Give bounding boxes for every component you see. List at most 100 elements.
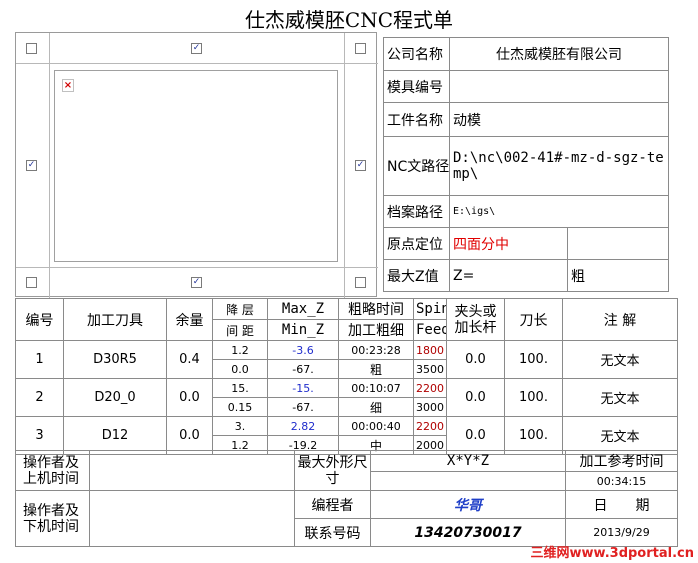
archive-path-label: 档案路径 <box>383 195 450 228</box>
tool-step: 1.2 <box>212 340 268 360</box>
tool-min-z: -67. <box>267 359 339 379</box>
tool-note: 无文本 <box>562 340 678 379</box>
tool-allowance: 0.0 <box>166 416 213 455</box>
checkbox-bottom-center[interactable]: ✓ <box>191 277 202 288</box>
job-info-table: 公司名称 仕杰威模胚有限公司 模具编号 工件名称 动模 NC文路径 D:\nc\… <box>383 37 669 292</box>
mold-number-label: 模具编号 <box>383 70 450 103</box>
tool-feed: 3500 <box>413 359 447 379</box>
max-size-value: X*Y*Z <box>370 450 566 472</box>
tool-step: 15. <box>212 378 268 398</box>
part-preview-image: × <box>54 70 338 262</box>
origin-value: 四面分中 <box>449 227 568 260</box>
col-spacing-header: 间 距 <box>212 319 268 341</box>
tool-time: 00:23:28 <box>338 340 414 360</box>
tool-name: D30R5 <box>63 340 167 379</box>
max-z-label: 最大Z值 <box>383 259 450 292</box>
broken-image-icon: × <box>62 79 74 92</box>
preview-panel: ✓ ✓ ✓ ✓ × <box>15 32 378 298</box>
checkbox-mid-left[interactable]: ✓ <box>26 160 37 171</box>
col-no-header: 编号 <box>15 298 64 341</box>
col-maxz-header: Max_Z <box>267 298 339 320</box>
col-minz-header: Min_Z <box>267 319 339 341</box>
nc-path-label: NC文路径 <box>383 136 450 196</box>
archive-path-value: E:\igs\ <box>449 195 669 228</box>
tool-finish: 粗 <box>338 359 414 379</box>
operator-off-label: 操作者及下机时间 <box>15 490 90 547</box>
tool-name: D12 <box>63 416 167 455</box>
col-allowance-header: 余量 <box>166 298 213 341</box>
tool-allowance: 0.0 <box>166 378 213 417</box>
tool-name: D20_0 <box>63 378 167 417</box>
origin-extra <box>567 227 669 260</box>
company-label: 公司名称 <box>383 37 450 71</box>
col-holder-header: 夹头或加长杆 <box>446 298 505 341</box>
part-name-value: 动模 <box>449 102 669 137</box>
tool-min-z: -67. <box>267 397 339 417</box>
company-value: 仕杰威模胚有限公司 <box>449 37 669 71</box>
tool-spin: 2200 <box>413 416 447 436</box>
tool-holder: 0.0 <box>446 340 505 379</box>
tool-holder: 0.0 <box>446 378 505 417</box>
programmer-label: 编程者 <box>294 490 371 519</box>
tool-length: 100. <box>504 378 563 417</box>
checkbox-top-right[interactable] <box>355 43 366 54</box>
date-label: 日 期 <box>565 490 678 519</box>
tool-spacing: 0.15 <box>212 397 268 417</box>
col-spin-header: Spin <box>413 298 447 320</box>
checkbox-bottom-left[interactable] <box>26 277 37 288</box>
max-size-extra <box>370 471 566 491</box>
operator-on-value <box>89 450 295 491</box>
col-finish-header: 加工粗细 <box>338 319 414 341</box>
page-title: 仕杰威模胚CNC程式单 <box>244 8 454 32</box>
tool-time: 00:00:40 <box>338 416 414 436</box>
tool-spin: 1800 <box>413 340 447 360</box>
part-name-label: 工件名称 <box>383 102 450 137</box>
tool-time: 00:10:07 <box>338 378 414 398</box>
col-feed-header: Feed <box>413 319 447 341</box>
nc-path-value: D:\nc\002-41#-mz-d-sgz-temp\ <box>449 136 669 196</box>
checkbox-mid-right[interactable]: ✓ <box>355 160 366 171</box>
max-size-label: 最大外形尺寸 <box>294 450 371 491</box>
max-z-extra: 粗 <box>567 259 669 292</box>
checkbox-top-center[interactable]: ✓ <box>191 43 202 54</box>
tool-feed: 3000 <box>413 397 447 417</box>
tool-no: 2 <box>15 378 64 417</box>
tool-list-table: 编号 加工刀具 余量 降 层 Max_Z 粗略时间 Spin 夹头或加长杆 刀长… <box>15 298 678 455</box>
col-note-header: 注 解 <box>562 298 678 341</box>
tool-holder: 0.0 <box>446 416 505 455</box>
tool-max-z: -15. <box>267 378 339 398</box>
tool-max-z: 2.82 <box>267 416 339 436</box>
tool-row-3: 3 D12 0.0 3. 2.82 00:00:40 2200 0.0 100.… <box>15 416 678 455</box>
phone-label: 联系号码 <box>294 518 371 547</box>
tool-no: 1 <box>15 340 64 379</box>
checkbox-top-left[interactable] <box>26 43 37 54</box>
ref-time-label: 加工参考时间 <box>565 450 678 472</box>
programmer-signature: 华哥 <box>370 490 566 519</box>
col-length-header: 刀长 <box>504 298 563 341</box>
tool-no: 3 <box>15 416 64 455</box>
tool-note: 无文本 <box>562 416 678 455</box>
col-time-header: 粗略时间 <box>338 298 414 320</box>
origin-label: 原点定位 <box>383 227 450 260</box>
col-tool-header: 加工刀具 <box>63 298 167 341</box>
tool-finish: 细 <box>338 397 414 417</box>
tool-spacing: 0.0 <box>212 359 268 379</box>
max-z-value: Z= <box>449 259 568 292</box>
mold-number-value <box>449 70 669 103</box>
tool-max-z: -3.6 <box>267 340 339 360</box>
operator-on-label: 操作者及上机时间 <box>15 450 90 491</box>
checkbox-bottom-right[interactable] <box>355 277 366 288</box>
signoff-table: 操作者及上机时间 最大外形尺寸 X*Y*Z 加工参考时间 00:34:15 操作… <box>15 450 678 547</box>
tool-spin: 2200 <box>413 378 447 398</box>
tool-step: 3. <box>212 416 268 436</box>
tool-note: 无文本 <box>562 378 678 417</box>
tool-length: 100. <box>504 416 563 455</box>
site-watermark: 三维网www.3dportal.cn <box>530 546 694 561</box>
operator-off-value <box>89 490 295 547</box>
tool-allowance: 0.4 <box>166 340 213 379</box>
ref-time-value: 00:34:15 <box>565 471 678 491</box>
tool-row-2: 2 D20_0 0.0 15. -15. 00:10:07 2200 0.0 1… <box>15 378 678 417</box>
tool-row-1: 1 D30R5 0.4 1.2 -3.6 00:23:28 1800 0.0 1… <box>15 340 678 379</box>
tool-length: 100. <box>504 340 563 379</box>
col-step-header: 降 层 <box>212 298 268 320</box>
